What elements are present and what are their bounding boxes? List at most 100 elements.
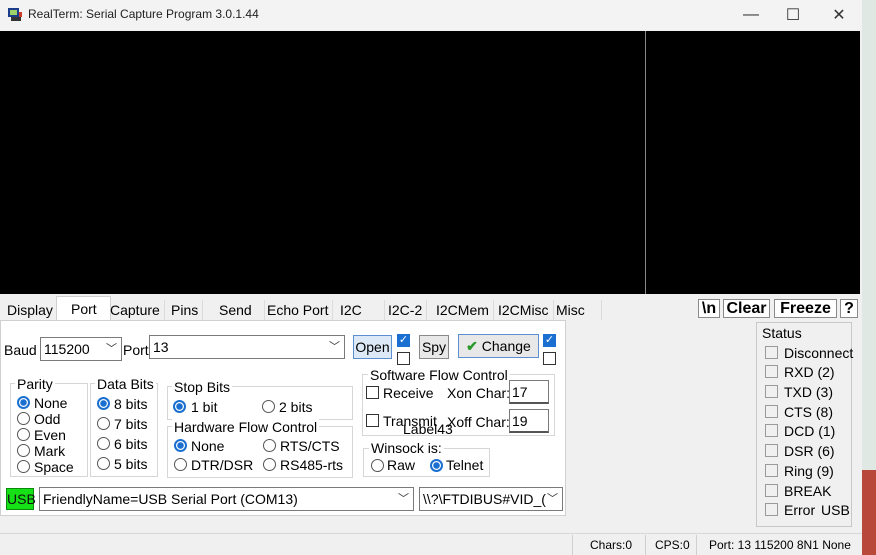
tab-echo-port[interactable]: Echo Port: [263, 300, 334, 320]
error-led: [765, 503, 778, 516]
receive-checkbox[interactable]: [366, 386, 379, 399]
hardware-flow-title: Hardware Flow Control: [172, 419, 320, 435]
winsock-raw-radio[interactable]: [371, 459, 384, 472]
hwflow-rs485-label: RS485-rts: [280, 457, 344, 473]
hwflow-dtrdsr-radio[interactable]: [174, 458, 187, 471]
device-path-select[interactable]: \\?\FTDIBUS#VID_( ﹀: [419, 487, 563, 511]
cts-label: CTS (8): [784, 404, 833, 420]
freeze-button[interactable]: Freeze: [774, 299, 837, 318]
data-bits-6-radio[interactable]: [97, 437, 110, 450]
dsr-led: [765, 444, 778, 457]
close-button[interactable]: ✕: [816, 0, 862, 30]
rxd-label: RXD (2): [784, 364, 835, 380]
terminal-side-display[interactable]: [646, 31, 860, 294]
xoff-char-input[interactable]: 19: [509, 409, 549, 433]
parity-odd-label: Odd: [34, 411, 61, 427]
tab-i2cmem[interactable]: I2CMem: [432, 300, 494, 320]
tab-capture[interactable]: Capture: [106, 300, 165, 320]
stop-bits-title: Stop Bits: [172, 379, 233, 395]
check-icon: ✔: [466, 338, 478, 354]
port-select[interactable]: 13 ﹀: [149, 335, 345, 359]
txd-led: [765, 385, 778, 398]
hwflow-rs485-radio[interactable]: [263, 458, 276, 471]
parity-none-radio[interactable]: [17, 396, 30, 409]
chevron-down-icon: ﹀: [106, 343, 117, 355]
change-checkbox-2[interactable]: [543, 352, 556, 365]
baud-label: Baud: [4, 342, 37, 358]
minimize-button[interactable]: —: [728, 0, 774, 30]
baud-select[interactable]: 115200 ﹀: [40, 337, 122, 361]
stop-bits-2-radio[interactable]: [262, 400, 275, 413]
xon-char-label: Xon Char:: [447, 385, 511, 401]
change-checkbox[interactable]: ✓: [543, 334, 556, 347]
port-value: 13: [153, 339, 169, 355]
data-bits-title: Data Bits: [95, 376, 156, 392]
rxd-led: [765, 365, 778, 378]
baud-value: 115200: [44, 341, 90, 357]
newline-button[interactable]: \n: [698, 299, 720, 318]
xon-char-input[interactable]: 17: [509, 380, 549, 404]
open-button[interactable]: Open: [353, 335, 392, 359]
ring-led: [765, 464, 778, 477]
break-label: BREAK: [784, 483, 832, 499]
dcd-led: [765, 424, 778, 437]
stop-bits-1-label: 1 bit: [191, 399, 218, 415]
winsock-raw-label: Raw: [387, 457, 416, 473]
tab-misc[interactable]: Misc: [552, 300, 602, 320]
parity-odd-radio[interactable]: [17, 412, 30, 425]
window-title: RealTerm: Serial Capture Program 3.0.1.4…: [28, 7, 259, 21]
usb-status-badge: USB: [6, 488, 36, 510]
disconnect-led[interactable]: [765, 346, 778, 359]
parity-even-radio[interactable]: [17, 428, 30, 441]
tab-i2cmisc[interactable]: I2CMisc: [494, 300, 554, 320]
tab-display[interactable]: Display: [3, 300, 58, 320]
clear-button[interactable]: Clear: [723, 299, 770, 318]
error-label: Error: [784, 502, 816, 518]
status-usb-tag: USB: [821, 502, 850, 518]
tab-pins[interactable]: Pins: [167, 300, 204, 320]
winsock-title: Winsock is:: [369, 440, 444, 456]
data-bits-7-radio[interactable]: [97, 417, 110, 430]
tab-i2c-2[interactable]: I2C-2: [384, 300, 428, 320]
friendly-name-select[interactable]: FriendlyName=USB Serial Port (COM13) ﹀: [39, 487, 414, 511]
data-bits-5-radio[interactable]: [97, 457, 110, 470]
chevron-down-icon: ﹀: [547, 493, 558, 505]
cps-count: CPS:0: [655, 538, 690, 552]
parity-space-label: Space: [34, 459, 74, 475]
chevron-down-icon: ﹀: [398, 493, 409, 505]
winsock-telnet-label: Telnet: [446, 457, 484, 473]
dsr-label: DSR (6): [784, 443, 835, 459]
parity-even-label: Even: [34, 427, 66, 443]
stop-bits-1-radio[interactable]: [173, 400, 186, 413]
help-button[interactable]: ?: [840, 299, 858, 318]
transmit-checkbox[interactable]: [366, 414, 379, 427]
break-led: [765, 484, 778, 497]
statusbar-separator: [572, 535, 573, 555]
desktop-background-red: [862, 470, 876, 555]
tab-send[interactable]: Send: [215, 300, 265, 320]
chars-count: Chars:0: [590, 538, 633, 552]
friendly-name-value: FriendlyName=USB Serial Port (COM13): [43, 491, 298, 507]
data-bits-5-label: 5 bits: [114, 456, 148, 472]
open-checkbox-2[interactable]: [397, 352, 410, 365]
hwflow-none-radio[interactable]: [174, 439, 187, 452]
txd-label: TXD (3): [784, 384, 833, 400]
spy-button[interactable]: Spy: [419, 335, 449, 359]
terminal-display[interactable]: [0, 31, 645, 294]
cts-led: [765, 405, 778, 418]
data-bits-7-label: 7 bits: [114, 416, 148, 432]
tab-i2c[interactable]: I2C: [336, 300, 385, 320]
parity-space-radio[interactable]: [17, 460, 30, 473]
ring-label: Ring (9): [784, 463, 834, 479]
data-bits-8-radio[interactable]: [97, 397, 110, 410]
winsock-telnet-radio[interactable]: [430, 459, 443, 472]
change-button[interactable]: ✔ Change: [458, 334, 539, 358]
hwflow-rtscts-radio[interactable]: [263, 439, 276, 452]
dcd-label: DCD (1): [784, 423, 836, 439]
maximize-button[interactable]: ☐: [770, 0, 816, 30]
open-checkbox[interactable]: ✓: [397, 334, 410, 347]
disconnect-label: Disconnect: [784, 345, 854, 361]
stop-bits-2-label: 2 bits: [279, 399, 313, 415]
parity-mark-radio[interactable]: [17, 444, 30, 457]
tab-port[interactable]: Port: [56, 296, 111, 321]
